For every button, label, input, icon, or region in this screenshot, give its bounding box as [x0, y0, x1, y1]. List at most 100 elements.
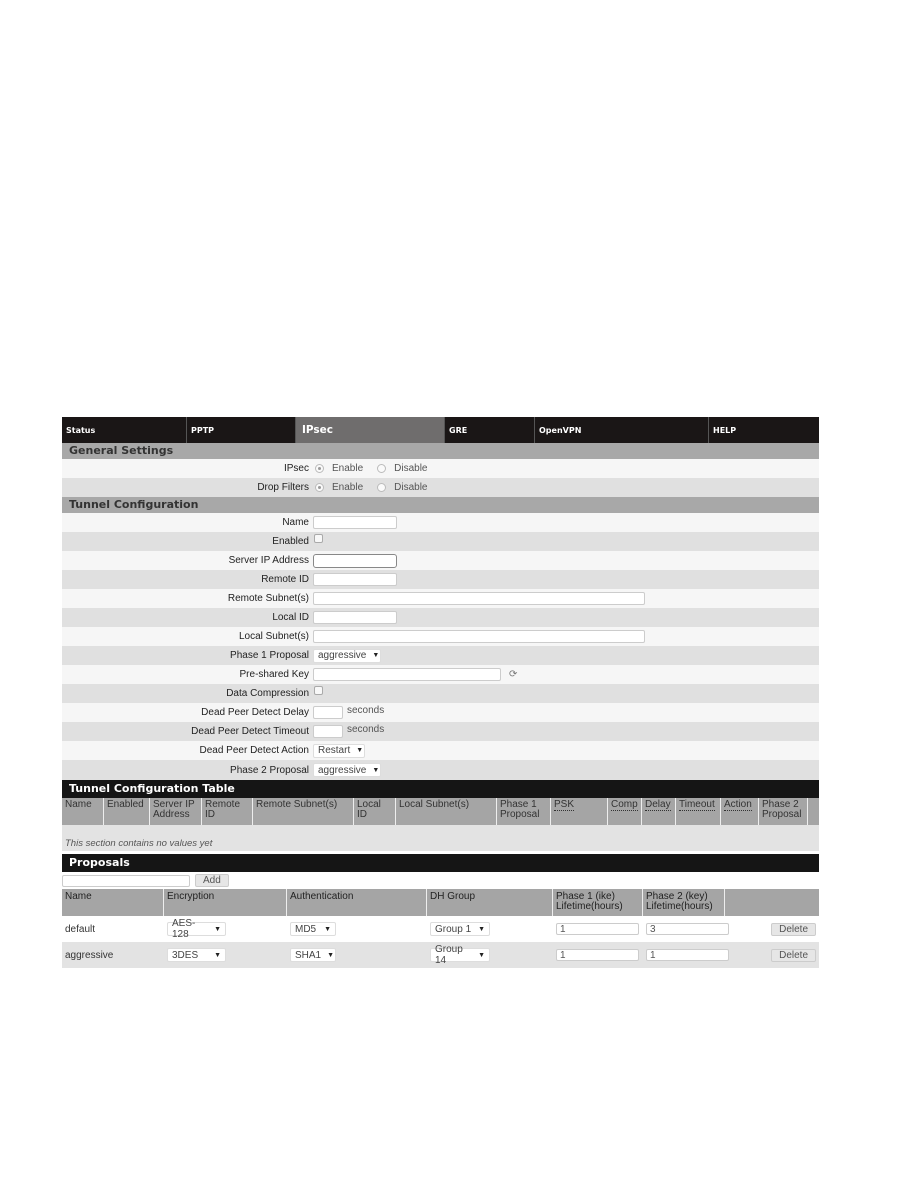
remote-id-row: Remote ID	[62, 570, 819, 589]
tab-help[interactable]: HELP	[709, 417, 819, 443]
dh-group-select[interactable]: Group 14 ▼	[430, 944, 490, 966]
phase2-lifetime-input[interactable]	[646, 949, 729, 961]
col-phase1-proposal: Phase 1 Proposal	[497, 798, 551, 825]
ipsec-label: IPsec	[283, 463, 309, 474]
proposal-row: default AES-128 ▼ MD5 ▼ Group 1 ▼ Delete	[62, 916, 819, 942]
data-compression-checkbox[interactable]	[314, 686, 323, 695]
ipsec-row: IPsec Enable Disable	[62, 459, 819, 478]
dpd-action-select[interactable]: Restart ▼	[313, 743, 365, 758]
drop-filters-disable-label: Disable	[394, 482, 428, 493]
phase2-lifetime-input[interactable]	[646, 923, 729, 935]
phase2-proposal-select[interactable]: aggressive ▼	[313, 763, 381, 777]
local-id-input[interactable]	[313, 611, 397, 624]
col-remote-subnets: Remote Subnet(s)	[253, 798, 354, 825]
drop-filters-row: Drop Filters Enable Disable	[62, 478, 819, 497]
drop-filters-label: Drop Filters	[257, 482, 309, 493]
tunnel-table-columns: Name Enabled Server IP Address Remote ID…	[62, 798, 819, 825]
encryption-select[interactable]: AES-128 ▼	[167, 918, 226, 940]
authentication-value: SHA1	[295, 949, 322, 961]
dpd-delay-label: Dead Peer Detect Delay	[201, 707, 309, 718]
col-timeout[interactable]: Timeout	[676, 798, 721, 825]
tab-openvpn[interactable]: OpenVPN	[535, 417, 709, 443]
dpd-delay-input[interactable]	[313, 706, 343, 719]
ipsec-enable-radio[interactable]	[315, 464, 324, 473]
tab-pptp[interactable]: PPTP	[187, 417, 296, 443]
dpd-delay-row: Dead Peer Detect Delay seconds	[62, 703, 819, 722]
proposals-header: Proposals	[62, 854, 819, 872]
tab-gre[interactable]: GRE	[445, 417, 535, 443]
col-action[interactable]: Action	[721, 798, 759, 825]
dpd-timeout-input[interactable]	[313, 725, 343, 738]
chevron-down-icon: ▼	[372, 652, 380, 659]
chevron-down-icon: ▼	[327, 951, 335, 959]
col-comp-label: Comp	[611, 799, 638, 811]
tunnel-config-header: Tunnel Configuration	[62, 497, 819, 513]
drop-filters-enable-radio[interactable]	[315, 483, 324, 492]
col-server-ip: Server IP Address	[150, 798, 202, 825]
col-psk-label: PSK	[554, 799, 575, 811]
remote-id-input[interactable]	[313, 573, 397, 586]
tab-status[interactable]: Status	[62, 417, 187, 443]
enabled-label: Enabled	[272, 536, 309, 547]
phase2-proposal-label: Phase 2 Proposal	[230, 764, 309, 776]
col-comp[interactable]: Comp	[608, 798, 642, 825]
encryption-select[interactable]: 3DES ▼	[167, 948, 226, 962]
phase1-lifetime-input[interactable]	[556, 923, 639, 935]
drop-filters-enable-label: Enable	[332, 482, 364, 493]
authentication-select[interactable]: MD5 ▼	[290, 922, 336, 936]
phase2-proposal-value: aggressive	[318, 764, 367, 776]
server-ip-label: Server IP Address	[228, 555, 309, 566]
chevron-down-icon: ▼	[324, 925, 331, 933]
local-id-row: Local ID	[62, 608, 819, 627]
name-input[interactable]	[313, 516, 397, 529]
remote-id-label: Remote ID	[261, 574, 309, 585]
local-subnets-input[interactable]	[313, 630, 645, 643]
prop-col-phase2-lifetime: Phase 2 (key) Lifetime(hours)	[643, 889, 725, 916]
col-local-subnets: Local Subnet(s)	[396, 798, 497, 825]
server-ip-input[interactable]	[313, 553, 397, 568]
name-row: Name	[62, 513, 819, 532]
remote-subnets-input[interactable]	[313, 592, 645, 605]
psk-input[interactable]	[313, 668, 501, 681]
chevron-down-icon: ▼	[372, 766, 380, 774]
phase1-proposal-label: Phase 1 Proposal	[230, 650, 309, 661]
remote-subnets-label: Remote Subnet(s)	[227, 593, 309, 604]
encryption-value: AES-128	[172, 918, 196, 940]
local-id-label: Local ID	[272, 612, 309, 623]
proposal-name: default	[65, 923, 96, 935]
delete-proposal-button[interactable]: Delete	[771, 922, 816, 936]
new-proposal-name-input[interactable]	[62, 874, 190, 887]
col-local-id: Local ID	[354, 798, 396, 825]
dh-group-select[interactable]: Group 1 ▼	[430, 922, 490, 936]
drop-filters-disable-radio[interactable]	[377, 483, 387, 492]
tunnel-table-empty-message: This section contains no values yet	[62, 825, 819, 851]
data-compression-label: Data Compression	[226, 688, 309, 699]
prop-col-name: Name	[62, 889, 164, 916]
delete-proposal-button[interactable]: Delete	[771, 948, 816, 962]
ipsec-enable-label: Enable	[332, 463, 364, 474]
top-nav: Status PPTP IPsec GRE OpenVPN HELP	[62, 417, 819, 443]
authentication-select[interactable]: SHA1 ▼	[290, 948, 336, 962]
add-proposal-button[interactable]: Add	[195, 874, 229, 887]
phase2-proposal-row: Phase 2 Proposal aggressive ▼	[62, 760, 819, 780]
psk-row: Pre-shared Key ⟳	[62, 665, 819, 684]
dpd-timeout-label: Dead Peer Detect Timeout	[191, 726, 309, 737]
chevron-down-icon: ▼	[356, 747, 364, 754]
phase1-lifetime-input[interactable]	[556, 949, 639, 961]
col-psk[interactable]: PSK	[551, 798, 608, 825]
proposal-row: aggressive 3DES ▼ SHA1 ▼ Group 14 ▼ Dele…	[62, 942, 819, 968]
general-settings-header: General Settings	[62, 443, 819, 459]
phase1-proposal-select[interactable]: aggressive ▼	[313, 648, 381, 663]
col-delay[interactable]: Delay	[642, 798, 676, 825]
col-name: Name	[62, 798, 104, 825]
ipsec-disable-radio[interactable]	[377, 464, 387, 473]
reveal-key-icon[interactable]: ⟳	[509, 669, 517, 680]
enabled-checkbox[interactable]	[314, 534, 323, 543]
data-compression-row: Data Compression	[62, 684, 819, 703]
local-subnets-label: Local Subnet(s)	[238, 631, 309, 642]
col-timeout-label: Timeout	[679, 799, 715, 811]
col-spacer	[808, 798, 819, 825]
tab-ipsec[interactable]: IPsec	[296, 417, 445, 443]
prop-col-actions	[725, 889, 819, 916]
chevron-down-icon: ▼	[478, 925, 485, 933]
